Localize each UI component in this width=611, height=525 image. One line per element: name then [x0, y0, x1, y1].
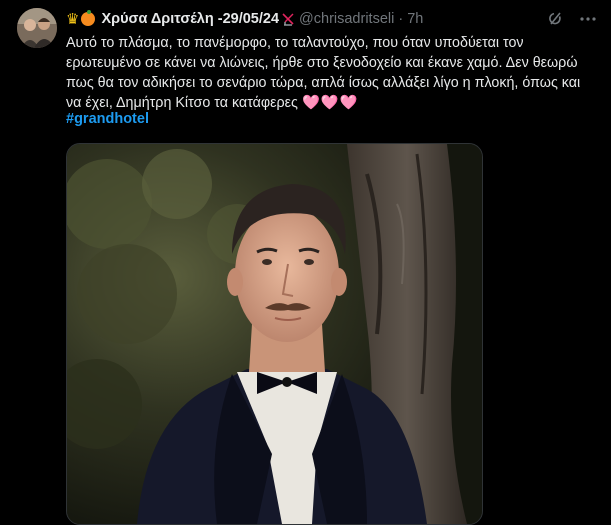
crown-icon: ♛ [66, 9, 80, 28]
orange-icon [81, 10, 96, 26]
tweet-photo[interactable] [66, 143, 483, 525]
display-name[interactable]: Χρύσα Δριτσέλη -29/05/24 [101, 11, 279, 27]
more-icon[interactable] [579, 10, 597, 28]
tweet-actions [547, 10, 597, 28]
separator-dot: · [398, 11, 404, 27]
avatar-image [17, 8, 57, 48]
no-sign-icon [282, 13, 294, 26]
grok-icon[interactable] [547, 10, 565, 28]
photo-image [67, 144, 482, 524]
avatar[interactable] [17, 8, 57, 48]
tweet[interactable]: ♛ Χρύσα Δριτσέλη -29/05/24 @chrisadritse… [0, 0, 611, 525]
handle[interactable]: @chrisadritseli [299, 11, 394, 27]
hashtag-link[interactable]: #grandhotel [66, 111, 149, 127]
heart-icons: 🩷🩷🩷 [301, 95, 359, 111]
tweet-header: ♛ Χρύσα Δριτσέλη -29/05/24 @chrisadritse… [66, 9, 601, 29]
timestamp[interactable]: 7h [407, 11, 423, 27]
tweet-text: Αυτό το πλάσμα, το πανέμορφο, το ταλαντο… [66, 33, 596, 113]
